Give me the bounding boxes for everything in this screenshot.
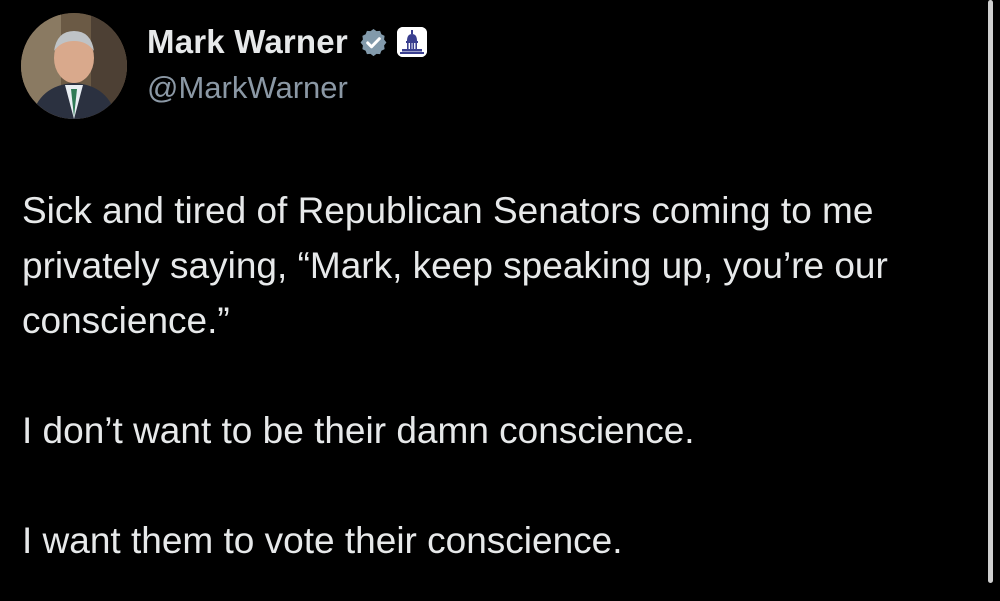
avatar-photo xyxy=(21,13,127,119)
author-name-row: Mark Warner xyxy=(147,20,427,64)
author-display-name[interactable]: Mark Warner xyxy=(147,23,348,61)
author-handle[interactable]: @MarkWarner xyxy=(147,70,348,106)
capitol-building-icon xyxy=(396,27,427,57)
tweet-paragraph: Sick and tired of Republican Senators co… xyxy=(22,190,888,341)
verified-badge-icon xyxy=(358,27,389,58)
scrollbar[interactable] xyxy=(988,0,993,583)
tweet-card: Mark Warner @MarkWarner Sick and tired o… xyxy=(0,0,1000,601)
tweet-body: Sick and tired of Republican Senators co… xyxy=(22,183,982,568)
avatar[interactable] xyxy=(21,13,127,119)
tweet-paragraph: I don’t want to be their damn conscience… xyxy=(22,410,695,451)
tweet-paragraph: I want them to vote their conscience. xyxy=(22,520,623,561)
